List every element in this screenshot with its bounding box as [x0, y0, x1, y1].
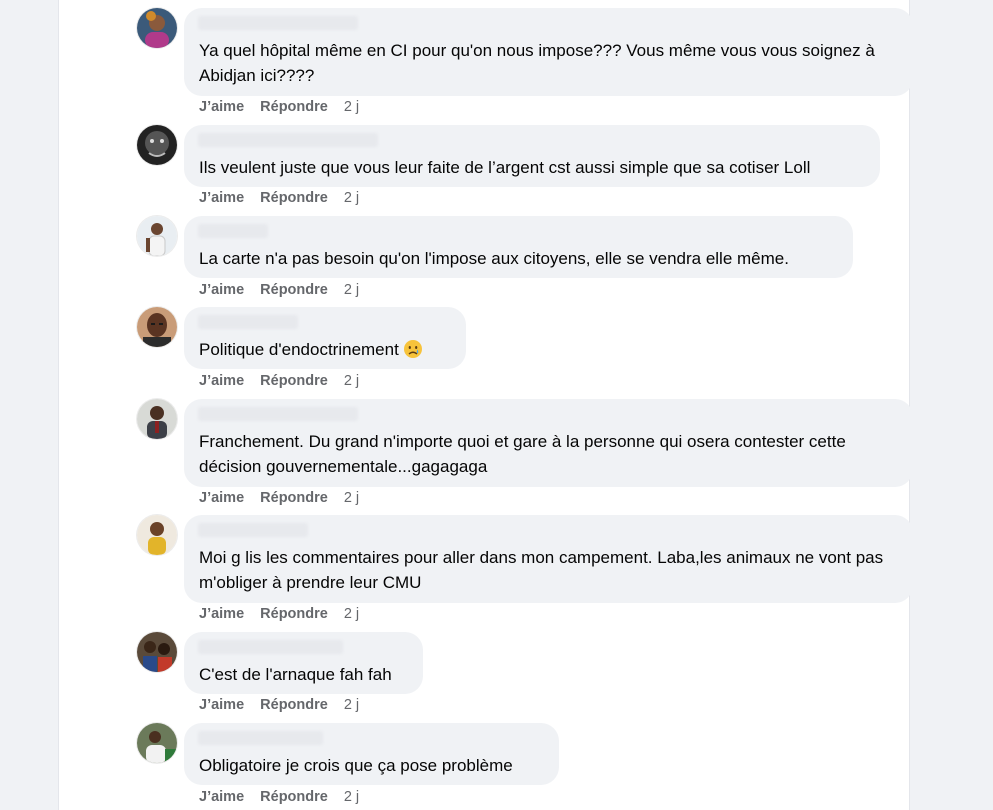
avatar[interactable] — [137, 8, 177, 48]
comment-text: Ya quel hôpital même en CI pour qu'on no… — [199, 41, 879, 85]
comment-actions: J’aime Répondre 2 j — [199, 282, 359, 298]
comments-panel: Ya quel hôpital même en CI pour qu'on no… — [58, 0, 913, 810]
comment-actions: J’aime Répondre 2 j — [199, 606, 359, 622]
like-button[interactable]: J’aime — [199, 373, 244, 389]
comment-actions: J’aime Répondre 2 j — [199, 697, 359, 713]
reply-button[interactable]: Répondre — [260, 190, 328, 206]
timestamp[interactable]: 2 j — [344, 190, 359, 206]
comment-bubble: Politique d'endoctrinement — [184, 307, 466, 369]
reply-button[interactable]: Répondre — [260, 373, 328, 389]
comment-bubble: Ya quel hôpital même en CI pour qu'on no… — [184, 8, 913, 96]
timestamp[interactable]: 2 j — [344, 490, 359, 506]
comment-text: Moi g lis les commentaires pour aller da… — [199, 548, 888, 592]
timestamp[interactable]: 2 j — [344, 789, 359, 805]
avatar[interactable] — [137, 307, 177, 347]
comment-bubble: Moi g lis les commentaires pour aller da… — [184, 515, 913, 603]
author-name[interactable] — [198, 315, 298, 329]
comment-actions: J’aime Répondre 2 j — [199, 373, 359, 389]
comment-text: La carte n'a pas besoin qu'on l'impose a… — [199, 249, 789, 268]
like-button[interactable]: J’aime — [199, 697, 244, 713]
comment-actions: J’aime Répondre 2 j — [199, 490, 359, 506]
reply-button[interactable]: Répondre — [260, 99, 328, 115]
avatar[interactable] — [137, 515, 177, 555]
comment-actions: J’aime Répondre 2 j — [199, 190, 359, 206]
like-button[interactable]: J’aime — [199, 606, 244, 622]
comment-text: Franchement. Du grand n'importe quoi et … — [199, 432, 851, 476]
author-name[interactable] — [198, 133, 378, 147]
timestamp[interactable]: 2 j — [344, 99, 359, 115]
like-button[interactable]: J’aime — [199, 99, 244, 115]
avatar[interactable] — [137, 723, 177, 763]
comment-bubble: Ils veulent juste que vous leur faite de… — [184, 125, 880, 187]
like-button[interactable]: J’aime — [199, 282, 244, 298]
comment-text: Ils veulent juste que vous leur faite de… — [199, 158, 811, 177]
timestamp[interactable]: 2 j — [344, 282, 359, 298]
author-name[interactable] — [198, 407, 358, 421]
like-button[interactable]: J’aime — [199, 190, 244, 206]
comment-text: Obligatoire je crois que ça pose problèm… — [199, 756, 513, 775]
author-name[interactable] — [198, 16, 358, 30]
avatar[interactable] — [137, 632, 177, 672]
comment-text: Politique d'endoctrinement — [199, 337, 451, 362]
like-button[interactable]: J’aime — [199, 490, 244, 506]
reply-button[interactable]: Répondre — [260, 490, 328, 506]
comment-bubble: Franchement. Du grand n'importe quoi et … — [184, 399, 913, 487]
timestamp[interactable]: 2 j — [344, 373, 359, 389]
reply-button[interactable]: Répondre — [260, 789, 328, 805]
sad-emoji-icon — [403, 340, 422, 358]
like-button[interactable]: J’aime — [199, 789, 244, 805]
comment-text: C'est de l'arnaque fah fah — [199, 665, 392, 684]
reply-button[interactable]: Répondre — [260, 606, 328, 622]
author-name[interactable] — [198, 224, 268, 238]
avatar[interactable] — [137, 125, 177, 165]
comment-actions: J’aime Répondre 2 j — [199, 789, 359, 805]
comment-actions: J’aime Répondre 2 j — [199, 99, 359, 115]
timestamp[interactable]: 2 j — [344, 697, 359, 713]
author-name[interactable] — [198, 523, 308, 537]
comment-bubble: Obligatoire je crois que ça pose problèm… — [184, 723, 559, 785]
reply-button[interactable]: Répondre — [260, 282, 328, 298]
avatar[interactable] — [137, 399, 177, 439]
author-name[interactable] — [198, 731, 323, 745]
author-name[interactable] — [198, 640, 343, 654]
comment-bubble: La carte n'a pas besoin qu'on l'impose a… — [184, 216, 853, 278]
avatar[interactable] — [137, 216, 177, 256]
comment-bubble: C'est de l'arnaque fah fah — [184, 632, 423, 694]
timestamp[interactable]: 2 j — [344, 606, 359, 622]
reply-button[interactable]: Répondre — [260, 697, 328, 713]
